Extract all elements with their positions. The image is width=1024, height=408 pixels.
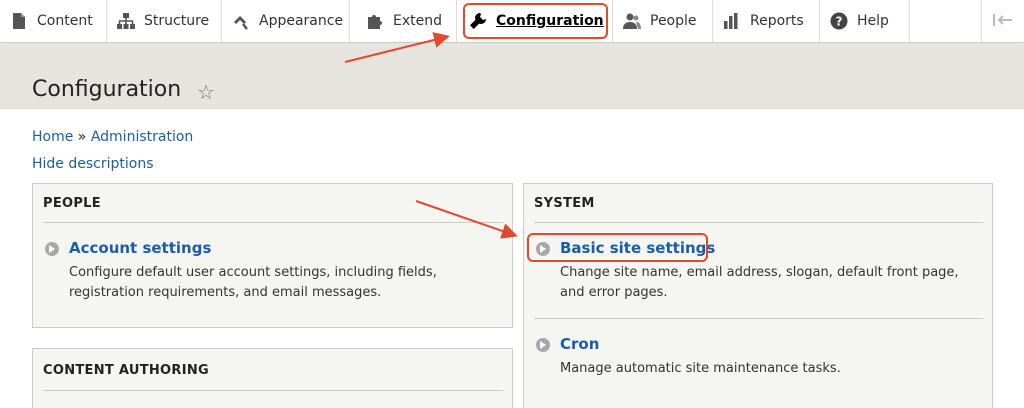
arrow-bullet-icon xyxy=(45,242,59,256)
tab-help-label: Help xyxy=(857,13,889,29)
tab-people-label: People xyxy=(650,13,697,29)
tab-reports[interactable]: Reports xyxy=(713,0,820,42)
cron-link[interactable]: Cron xyxy=(560,335,599,353)
extend-icon xyxy=(366,12,384,30)
system-item-divider xyxy=(534,318,983,319)
cron-desc-line1: Manage automatic site maintenance tasks. xyxy=(560,361,841,376)
content-authoring-panel-divider xyxy=(43,390,503,391)
tab-content-label: Content xyxy=(37,13,93,29)
system-panel-title: SYSTEM xyxy=(534,196,595,211)
tab-reports-label: Reports xyxy=(750,13,804,29)
collapse-icon xyxy=(992,12,1014,31)
people-icon xyxy=(623,12,641,30)
hide-descriptions-link[interactable]: Hide descriptions xyxy=(32,156,154,172)
breadcrumb: Home » Administration xyxy=(32,129,193,145)
star-icon[interactable]: ☆ xyxy=(197,80,215,104)
content-authoring-panel-title: CONTENT AUTHORING xyxy=(43,363,210,378)
system-panel-divider xyxy=(534,222,983,223)
toolbar-collapse-button[interactable] xyxy=(981,0,1024,42)
breadcrumb-separator: » xyxy=(77,129,87,145)
page-title: Configuration xyxy=(32,77,182,102)
tab-structure[interactable]: Structure xyxy=(107,0,222,42)
tab-content[interactable]: Content xyxy=(0,0,107,42)
basic-site-settings-description: Change site name, email address, slogan,… xyxy=(560,263,959,303)
svg-text:?: ? xyxy=(836,15,843,29)
account-settings-desc-line2: registration requirements, and email mes… xyxy=(69,285,382,300)
tab-appearance-label: Appearance xyxy=(259,13,344,29)
content-icon xyxy=(10,12,28,30)
people-panel-title: PEOPLE xyxy=(43,196,101,211)
appearance-icon xyxy=(232,12,250,30)
configuration-highlight xyxy=(463,3,608,39)
account-settings-link[interactable]: Account settings xyxy=(69,239,211,257)
basic-site-settings-desc-line2: and error pages. xyxy=(560,285,668,300)
breadcrumb-home[interactable]: Home xyxy=(32,129,73,145)
cron-description: Manage automatic site maintenance tasks. xyxy=(560,359,841,379)
reports-icon xyxy=(723,12,741,30)
help-icon: ? xyxy=(830,12,848,30)
tab-help[interactable]: ? Help xyxy=(820,0,910,42)
tab-structure-label: Structure xyxy=(144,13,210,29)
people-panel-divider xyxy=(43,222,503,223)
structure-icon xyxy=(117,12,135,30)
tab-people[interactable]: People xyxy=(613,0,713,42)
arrow-bullet-icon xyxy=(536,338,550,352)
account-settings-desc-line1: Configure default user account settings,… xyxy=(69,265,437,280)
content-authoring-panel xyxy=(32,348,513,408)
basic-site-settings-desc-line1: Change site name, email address, slogan,… xyxy=(560,265,959,280)
account-settings-description: Configure default user account settings,… xyxy=(69,263,437,303)
tab-extend[interactable]: Extend xyxy=(350,0,457,42)
tab-extend-label: Extend xyxy=(393,13,442,29)
tab-appearance[interactable]: Appearance xyxy=(222,0,350,42)
breadcrumb-administration[interactable]: Administration xyxy=(91,129,193,145)
basic-site-settings-highlight xyxy=(527,233,708,262)
